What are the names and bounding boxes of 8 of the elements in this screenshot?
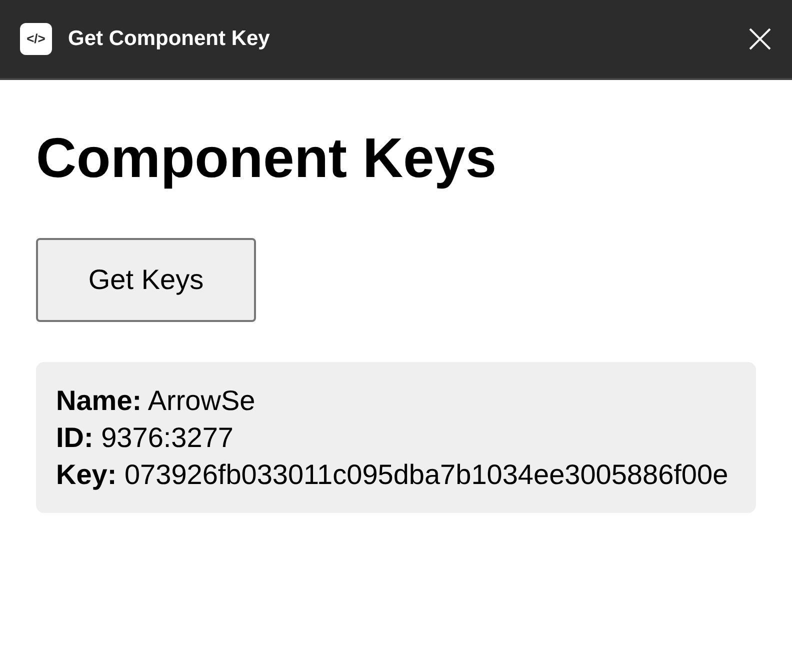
app-icon: </>: [20, 23, 52, 55]
result-line: Key: 073926fb033011c095dba7b1034ee3005886f00e: [56, 458, 730, 492]
result-line: ID: 9376:3277: [56, 421, 234, 455]
get-keys-button[interactable]: Get Keys: [36, 238, 256, 322]
close-icon[interactable]: [748, 27, 772, 51]
result-line: Name: ArrowSe: [56, 384, 256, 418]
window-title: Get Component Key: [68, 26, 270, 52]
page-heading: Component Keys: [36, 125, 498, 191]
